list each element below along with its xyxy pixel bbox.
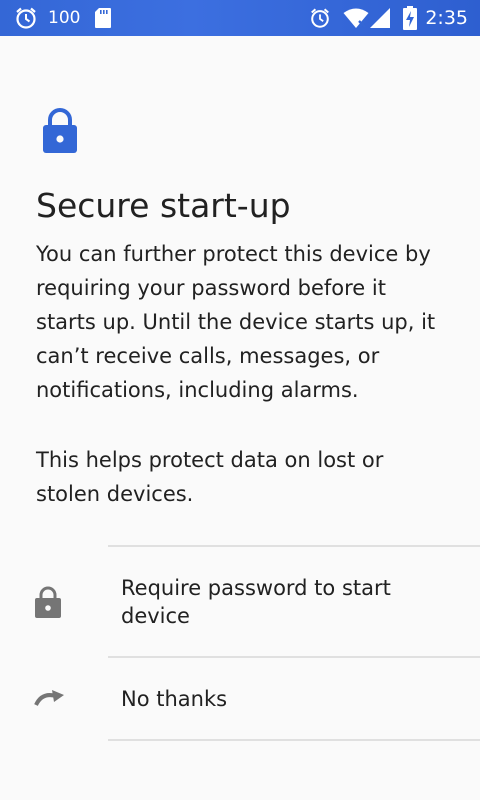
page-title: Secure start-up	[36, 186, 291, 225]
alarm-icon	[309, 7, 331, 29]
lock-icon	[42, 108, 78, 154]
battery-level-text: 100	[48, 8, 81, 28]
wifi-icon	[343, 7, 369, 29]
status-bar: 100 2:35	[0, 0, 480, 36]
option-label: Require password to start device	[121, 576, 391, 628]
battery-charging-icon	[403, 6, 418, 30]
alarm-icon	[14, 6, 38, 30]
option-label: No thanks	[121, 687, 228, 711]
clock: 2:35	[425, 7, 468, 29]
require-password-option[interactable]: Require password to start device	[0, 547, 480, 656]
divider	[108, 739, 480, 741]
no-thanks-option[interactable]: No thanks	[0, 658, 480, 739]
lock-icon	[34, 586, 62, 622]
description-text: You can further protect this device by r…	[36, 242, 436, 402]
help-text: This helps protect data on lost or stole…	[36, 448, 384, 506]
sd-card-icon	[94, 7, 112, 29]
secure-startup-screen: Secure start-up You can further protect …	[0, 36, 480, 800]
signal-icon	[369, 7, 391, 29]
redo-arrow-icon	[34, 689, 66, 711]
